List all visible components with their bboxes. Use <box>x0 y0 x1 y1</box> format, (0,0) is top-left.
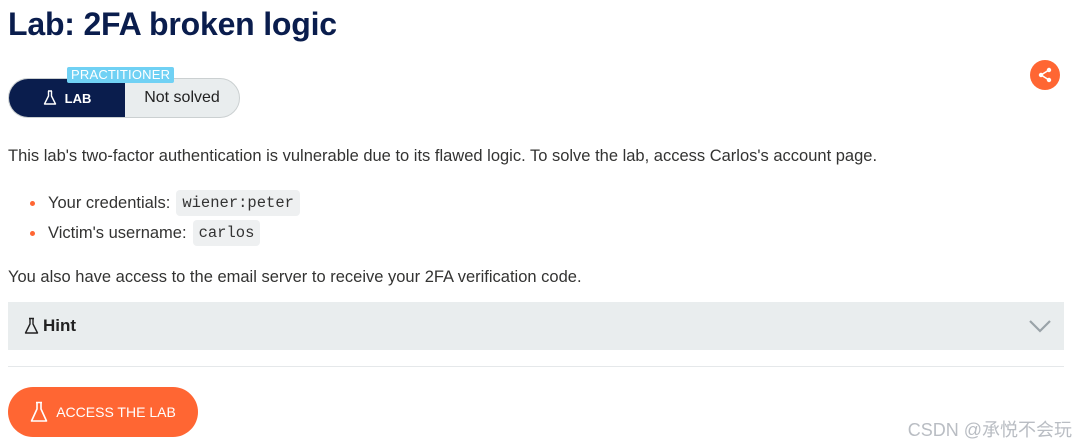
level-badge: PRACTITIONER <box>67 67 175 83</box>
flask-icon <box>30 401 48 422</box>
share-button[interactable] <box>1030 60 1060 90</box>
access-lab-button[interactable]: ACCESS THE LAB <box>8 387 198 437</box>
flask-icon <box>24 317 39 335</box>
lab-type-badge: LAB <box>9 79 125 117</box>
lab-description: This lab's two-factor authentication is … <box>8 147 878 165</box>
lab-type-label: LAB <box>64 90 92 106</box>
list-item: Victim's username: carlos <box>30 218 300 248</box>
hint-accordion[interactable]: Hint <box>8 302 1064 350</box>
credential-label: Your credentials: <box>48 193 171 212</box>
hint-label: Hint <box>43 316 77 335</box>
lab-status-widget: LAB Not solved <box>8 78 240 118</box>
credentials-list: Your credentials: wiener:peter Victim's … <box>30 188 300 248</box>
email-note: You also have access to the email server… <box>8 268 582 286</box>
chevron-down-icon[interactable] <box>1028 316 1052 336</box>
credential-value: wiener:peter <box>176 190 300 216</box>
share-icon <box>1038 67 1052 83</box>
flask-icon <box>43 90 56 105</box>
access-lab-label: ACCESS THE LAB <box>56 404 176 420</box>
watermark: CSDN @承悦不会玩 <box>907 420 1072 440</box>
solved-status: Not solved <box>144 89 220 106</box>
list-item: Your credentials: wiener:peter <box>30 188 300 218</box>
victim-label: Victim's username: <box>48 223 187 242</box>
page-title: Lab: 2FA broken logic <box>8 6 337 42</box>
divider <box>8 366 1064 367</box>
victim-username-value: carlos <box>192 220 261 246</box>
